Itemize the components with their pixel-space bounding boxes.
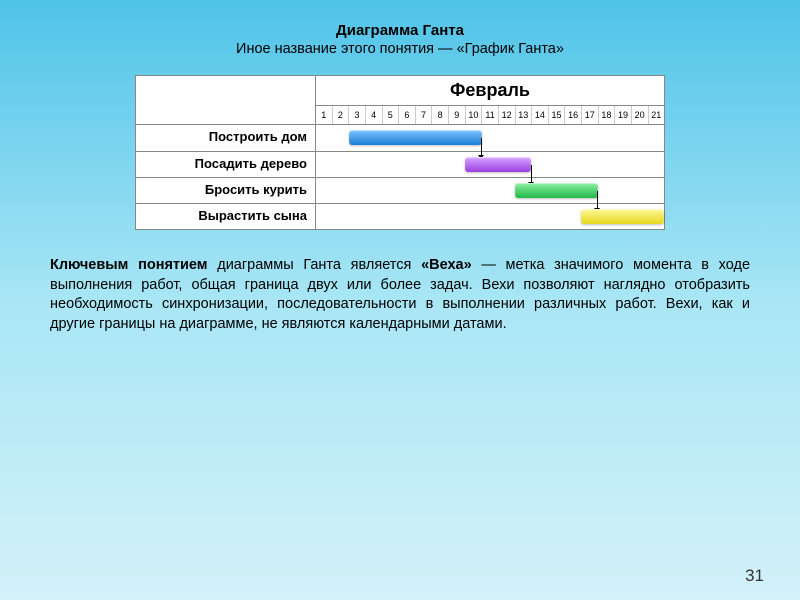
- gantt-day-cell: 9: [449, 106, 466, 124]
- gantt-day-cell: 11: [482, 106, 499, 124]
- gantt-day-cell: 17: [582, 106, 599, 124]
- gantt-bar: [465, 157, 531, 172]
- gantt-row: Построить дом: [136, 125, 664, 151]
- gantt-bars-area: [316, 152, 664, 177]
- gantt-day-cell: 13: [516, 106, 533, 124]
- gantt-bars-area: [316, 125, 664, 151]
- gantt-task-label: Посадить дерево: [136, 152, 316, 177]
- page-number: 31: [745, 566, 764, 586]
- gantt-day-cell: 18: [599, 106, 616, 124]
- page-title: Диаграмма Ганта: [0, 22, 800, 39]
- gantt-month-label: Февраль: [316, 76, 664, 106]
- gantt-day-cell: 21: [649, 106, 665, 124]
- gantt-day-cell: 1: [316, 106, 333, 124]
- gantt-bar: [515, 183, 598, 198]
- gantt-body: Построить домПосадить деревоБросить кури…: [136, 125, 664, 229]
- gantt-row: Бросить курить: [136, 177, 664, 203]
- gantt-task-label: Вырастить сына: [136, 204, 316, 229]
- gantt-day-cell: 15: [549, 106, 566, 124]
- gantt-day-cell: 5: [383, 106, 400, 124]
- gantt-day-cell: 10: [466, 106, 483, 124]
- gantt-bar: [349, 130, 482, 145]
- gantt-header-spacer: [136, 76, 316, 124]
- gantt-bars-area: [316, 178, 664, 203]
- gantt-bars-area: [316, 204, 664, 229]
- gantt-chart: Февраль 12345678910111213141516171819202…: [135, 75, 665, 230]
- gantt-day-cell: 3: [349, 106, 366, 124]
- gantt-row: Посадить дерево: [136, 151, 664, 177]
- description-text: Ключевым понятием диаграммы Ганта являет…: [50, 256, 750, 334]
- gantt-day-cell: 4: [366, 106, 383, 124]
- gantt-row: Вырастить сына: [136, 203, 664, 229]
- gantt-task-label: Построить дом: [136, 125, 316, 151]
- gantt-day-cell: 7: [416, 106, 433, 124]
- gantt-day-cell: 8: [432, 106, 449, 124]
- gantt-day-cell: 2: [333, 106, 350, 124]
- gantt-day-cell: 12: [499, 106, 516, 124]
- gantt-day-cell: 6: [399, 106, 416, 124]
- gantt-day-cell: 19: [615, 106, 632, 124]
- gantt-day-cell: 16: [565, 106, 582, 124]
- gantt-day-cell: 14: [532, 106, 549, 124]
- page-subtitle: Иное название этого понятия — «График Га…: [0, 41, 800, 57]
- gantt-day-cell: 20: [632, 106, 649, 124]
- gantt-days-row: 123456789101112131415161718192021: [316, 106, 664, 124]
- gantt-bar: [581, 209, 664, 224]
- gantt-task-label: Бросить курить: [136, 178, 316, 203]
